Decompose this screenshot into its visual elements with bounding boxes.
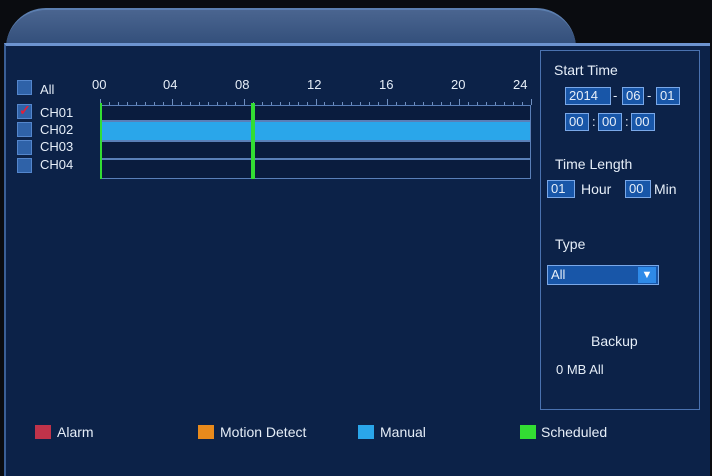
ch03-timeline-row[interactable] [100,141,531,159]
start-time-label: Start Time [554,62,618,78]
ch01-checkbox[interactable]: ✓ [17,102,32,119]
ch02-timeline-row[interactable] [100,121,531,141]
tick-08: 08 [235,77,250,92]
chevron-down-icon: ▼ [638,267,656,283]
backup-button[interactable]: Backup [591,333,638,349]
ch01-label: CH01 [40,105,74,120]
time-cursor[interactable] [250,103,255,179]
legend-manual: Manual [380,424,426,440]
alarm-swatch [35,425,51,439]
start-day-field[interactable]: 01 [656,87,680,105]
length-minutes-field[interactable]: 00 [625,180,651,198]
backup-size-info: 0 MB All [556,362,604,377]
ruler-tick [531,99,532,105]
start-second-field[interactable]: 00 [631,113,655,131]
legend-alarm: Alarm [57,424,94,440]
manual-swatch [358,425,374,439]
type-label: Type [555,236,586,252]
ch03-checkbox[interactable] [17,140,32,155]
tick-16: 16 [379,77,394,92]
date-separator: - [613,88,618,103]
scheduled-swatch [520,425,536,439]
ch02-checkbox[interactable] [17,122,32,137]
hour-unit-label: Hour [581,181,612,197]
type-selected-value: All [551,267,566,282]
type-dropdown[interactable]: All ▼ [547,265,659,285]
tick-12: 12 [307,77,322,92]
time-separator: : [625,114,629,129]
start-hour-field[interactable]: 00 [565,113,589,131]
start-year-field[interactable]: 2014 [565,87,611,105]
tick-00: 00 [92,77,107,92]
time-separator: : [592,114,596,129]
tick-04: 04 [163,77,178,92]
min-unit-label: Min [654,181,677,197]
select-all-checkbox[interactable] [17,80,32,95]
start-month-field[interactable]: 06 [622,87,644,105]
legend-motion-detect: Motion Detect [220,424,307,440]
tick-24: 24 [513,77,528,92]
select-all-label: All [40,82,55,97]
ch04-checkbox[interactable] [17,158,32,173]
checkmark-icon: ✓ [19,102,31,118]
time-length-label: Time Length [555,156,633,172]
start-minute-field[interactable]: 00 [598,113,622,131]
length-hours-field[interactable]: 01 [547,180,575,198]
ch04-timeline-row[interactable] [100,159,531,179]
legend-scheduled: Scheduled [541,424,608,440]
ch04-label: CH04 [40,157,74,172]
ch01-timeline-row[interactable] [100,105,531,121]
ch03-label: CH03 [40,139,74,154]
motion-detect-swatch [198,425,214,439]
tick-20: 20 [451,77,466,92]
timeline-start-marker [100,103,102,179]
ch02-label: CH02 [40,122,74,137]
date-separator: - [647,88,652,103]
